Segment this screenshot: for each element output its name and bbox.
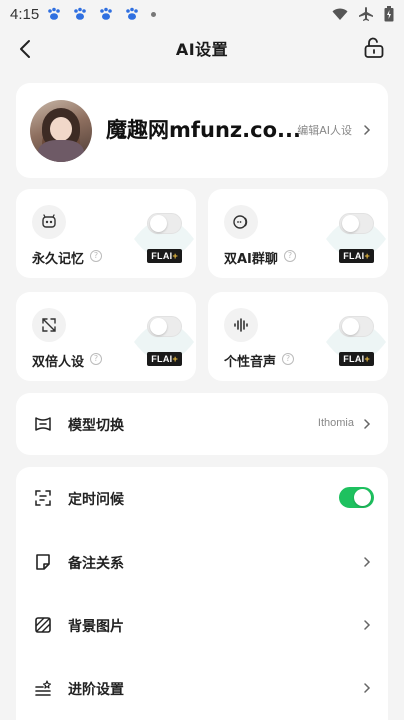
note-relation-label: 备注关系 <box>68 556 124 572</box>
model-icon <box>32 413 54 435</box>
top-bar: AI设置 <box>0 28 404 68</box>
advanced-settings-label: 进阶设置 <box>68 682 124 698</box>
feature-card-dual-ai-group-chat: 双AI群聊 ? FLAI+ <box>208 189 388 278</box>
model-value: Ithomia <box>317 417 354 429</box>
note-relation-row[interactable]: 备注关系 <box>16 531 388 593</box>
card-watermark <box>326 322 386 362</box>
more-notifications-dot <box>151 11 157 17</box>
double-persona-toggle[interactable] <box>147 316 182 337</box>
paw-notification-icon <box>100 7 113 20</box>
airplane-icon <box>359 7 373 21</box>
advanced-settings-row[interactable]: 进阶设置 <box>16 657 388 719</box>
battery-icon <box>384 6 394 22</box>
card-watermark <box>134 322 194 362</box>
back-arrow-icon <box>20 40 30 58</box>
model-switch-row[interactable]: 模型切换 Ithomia <box>16 393 388 455</box>
scheduled-greeting-label: 定时问候 <box>68 492 124 508</box>
flai-badge: FLAI+ <box>147 352 182 366</box>
background-image-icon <box>32 614 54 636</box>
help-icon[interactable]: ? <box>282 353 294 365</box>
card-watermark <box>134 219 194 259</box>
settings-list: 定时问候 备注关系 背景图片 进阶设置 <box>16 467 388 720</box>
chevron-right-icon <box>364 557 371 567</box>
model-switch-label: 模型切换 <box>68 418 124 434</box>
back-button[interactable] <box>12 36 38 62</box>
note-icon <box>32 551 54 573</box>
ai-name: 魔趣网mfunz.co... <box>106 118 301 142</box>
memory-icon <box>32 205 66 239</box>
edit-ai-persona-link[interactable]: 编辑AI人设 <box>297 122 352 138</box>
feature-label: 双倍人设 <box>32 355 85 370</box>
permanent-memory-toggle[interactable] <box>147 213 182 234</box>
page-title: AI设置 <box>175 40 229 59</box>
help-icon[interactable]: ? <box>90 250 102 262</box>
paw-notification-icon <box>74 7 87 20</box>
chevron-right-icon <box>364 620 371 630</box>
paw-notification-icon <box>48 7 61 20</box>
card-watermark <box>326 219 386 259</box>
feature-label: 永久记忆 <box>32 252 85 267</box>
feature-label: 双AI群聊 <box>224 252 278 267</box>
wifi-icon <box>332 8 348 20</box>
scheduled-greeting-row: 定时问候 <box>16 467 388 529</box>
scan-frame-icon <box>32 487 54 509</box>
expand-icon <box>32 308 66 342</box>
help-icon[interactable]: ? <box>284 250 296 262</box>
help-icon[interactable]: ? <box>90 353 102 365</box>
unlock-icon <box>364 37 384 58</box>
feature-label: 个性音声 <box>224 355 277 370</box>
ai-avatar <box>30 100 92 162</box>
feature-card-permanent-memory: 永久记忆 ? FLAI+ <box>16 189 196 278</box>
chat-bubbles-icon <box>224 205 258 239</box>
status-icons <box>332 6 394 22</box>
status-time: 4:15 <box>10 5 40 23</box>
status-bar: 4:15 <box>0 0 404 28</box>
unlock-button[interactable] <box>360 34 388 62</box>
chevron-right-icon <box>364 683 371 693</box>
background-image-label: 背景图片 <box>68 619 124 635</box>
advanced-settings-icon <box>32 677 54 699</box>
background-image-row[interactable]: 背景图片 <box>16 594 388 656</box>
voice-wave-icon <box>224 308 258 342</box>
flai-badge: FLAI+ <box>339 352 374 366</box>
paw-notification-icon <box>126 7 139 20</box>
flai-badge: FLAI+ <box>147 249 182 263</box>
personal-voice-toggle[interactable] <box>339 316 374 337</box>
dual-ai-group-chat-toggle[interactable] <box>339 213 374 234</box>
flai-badge: FLAI+ <box>339 249 374 263</box>
chevron-right-icon <box>364 125 371 135</box>
feature-card-double-persona: 双倍人设 ? FLAI+ <box>16 292 196 381</box>
scheduled-greeting-toggle[interactable] <box>339 487 374 508</box>
ai-profile-card[interactable]: 魔趣网mfunz.co... 编辑AI人设 <box>16 83 388 178</box>
chevron-right-icon <box>364 419 371 429</box>
feature-card-personal-voice: 个性音声 ? FLAI+ <box>208 292 388 381</box>
